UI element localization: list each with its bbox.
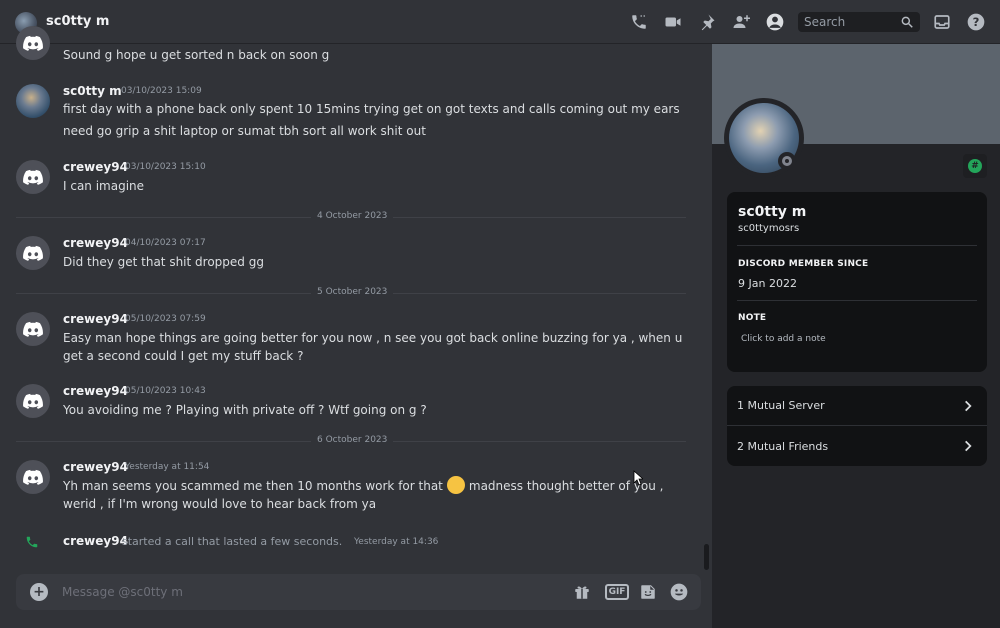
search-icon <box>901 16 913 28</box>
gift-icon[interactable] <box>572 583 592 601</box>
message-text: Yh man seems you scammed me then 10 mont… <box>63 475 663 496</box>
timestamp: 05/10/2023 07:59 <box>125 314 206 324</box>
timestamp: 03/10/2023 15:10 <box>125 162 206 172</box>
message-text: werid , if I'm wrong would love to hear … <box>63 497 377 511</box>
discord-logo-icon <box>23 393 43 409</box>
gif-label: GIF <box>604 584 630 600</box>
gif-icon[interactable]: GIF <box>604 583 630 601</box>
avatar[interactable] <box>16 460 50 494</box>
channel-title[interactable]: sc0tty m <box>46 14 109 29</box>
mutual-friends-label: 2 Mutual Friends <box>737 439 829 453</box>
message-text: I can imagine <box>63 179 145 193</box>
author-name[interactable]: crewey94 <box>63 460 128 474</box>
timestamp: 03/10/2023 15:09 <box>121 86 202 96</box>
message-text: You avoiding me ? Playing with private o… <box>63 403 427 417</box>
message-input[interactable] <box>62 582 542 602</box>
author-name[interactable]: crewey94 <box>63 534 128 548</box>
author-name[interactable]: crewey94 <box>63 160 128 174</box>
phone-icon <box>26 536 38 548</box>
member-since-heading: DISCORD MEMBER SINCE <box>738 259 869 269</box>
chat-header: sc0tty m ? <box>0 0 1000 44</box>
avatar[interactable] <box>16 26 50 60</box>
author-name[interactable]: sc0tty m <box>63 84 122 98</box>
mutuals-card: 1 Mutual Server 2 Mutual Friends <box>727 386 987 466</box>
message-text: Sound g hope u get sorted n back on soon… <box>63 48 330 62</box>
date-divider-label: 4 October 2023 <box>311 211 394 221</box>
avatar[interactable] <box>16 312 50 346</box>
timestamp: 04/10/2023 07:17 <box>125 238 206 248</box>
message-text: get a second could I get my stuff back ? <box>63 349 304 363</box>
message-text: Did they get that shit dropped gg <box>63 255 264 269</box>
badge-icon[interactable]: # <box>963 154 987 178</box>
discord-logo-icon <box>23 245 43 261</box>
video-icon[interactable] <box>663 12 683 32</box>
avatar[interactable] <box>16 384 50 418</box>
avatar[interactable] <box>16 236 50 270</box>
author-name[interactable]: crewey94 <box>63 384 128 398</box>
author-name[interactable]: crewey94 <box>63 236 128 250</box>
badge-symbol: # <box>968 159 982 173</box>
profile-card: sc0tty m sc0ttymosrs DISCORD MEMBER SINC… <box>727 192 987 372</box>
chevron-right-icon <box>965 400 972 412</box>
date-divider-label: 5 October 2023 <box>311 287 394 297</box>
divider <box>737 300 977 301</box>
discord-logo-icon <box>23 35 43 51</box>
profile-icon[interactable] <box>765 12 785 32</box>
sticker-icon[interactable] <box>638 583 658 601</box>
member-since-value: 9 Jan 2022 <box>738 277 797 290</box>
mutual-friends-row[interactable]: 2 Mutual Friends <box>727 426 987 466</box>
message-text-part: Yh man seems you scammed me then 10 mont… <box>63 479 443 493</box>
timestamp: 05/10/2023 10:43 <box>125 386 206 396</box>
search-input[interactable] <box>804 15 900 29</box>
profile-display-name: sc0tty m <box>738 204 807 220</box>
discord-logo-icon <box>23 321 43 337</box>
note-heading: NOTE <box>738 313 767 323</box>
message-text: Easy man hope things are going better fo… <box>63 331 683 345</box>
emoji-icon[interactable] <box>669 583 689 601</box>
help-icon[interactable]: ? <box>966 12 986 32</box>
pin-icon[interactable] <box>697 12 717 32</box>
status-indicator <box>778 152 796 170</box>
chevron-right-icon <box>965 440 972 452</box>
mutual-servers-label: 1 Mutual Server <box>737 399 825 412</box>
profile-panel: # sc0tty m sc0ttymosrs DISCORD MEMBER SI… <box>712 44 1000 628</box>
date-divider-label: 6 October 2023 <box>311 435 394 445</box>
discord-logo-icon <box>23 169 43 185</box>
inbox-icon[interactable] <box>932 12 952 32</box>
mouse-cursor-icon <box>633 470 643 486</box>
timestamp: Yesterday at 11:54 <box>125 462 210 472</box>
avatar[interactable] <box>16 84 50 118</box>
message-composer: + GIF <box>16 574 701 610</box>
message-text: need go grip a shit laptop or sumat tbh … <box>63 124 426 138</box>
scrollbar-thumb[interactable] <box>704 544 709 570</box>
search-box[interactable] <box>798 12 920 32</box>
plus-icon[interactable]: + <box>30 583 48 601</box>
discord-logo-icon <box>23 469 43 485</box>
message-text: first day with a phone back only spent 1… <box>63 102 680 116</box>
avatar[interactable] <box>16 160 50 194</box>
sweat-smile-emoji-icon <box>446 475 465 494</box>
message-list[interactable]: Sound g hope u get sorted n back on soon… <box>0 26 712 628</box>
mutual-servers-row[interactable]: 1 Mutual Server <box>727 386 987 426</box>
add-friend-icon[interactable] <box>731 12 751 32</box>
note-field[interactable]: Click to add a note <box>741 334 826 344</box>
author-name[interactable]: crewey94 <box>63 312 128 326</box>
profile-username: sc0ttymosrs <box>738 223 800 234</box>
svg-text:?: ? <box>973 15 980 29</box>
call-text: started a call that lasted a few seconds… <box>122 535 343 548</box>
timestamp: Yesterday at 14:36 <box>354 537 439 547</box>
divider <box>737 245 977 246</box>
call-icon[interactable] <box>629 12 649 32</box>
